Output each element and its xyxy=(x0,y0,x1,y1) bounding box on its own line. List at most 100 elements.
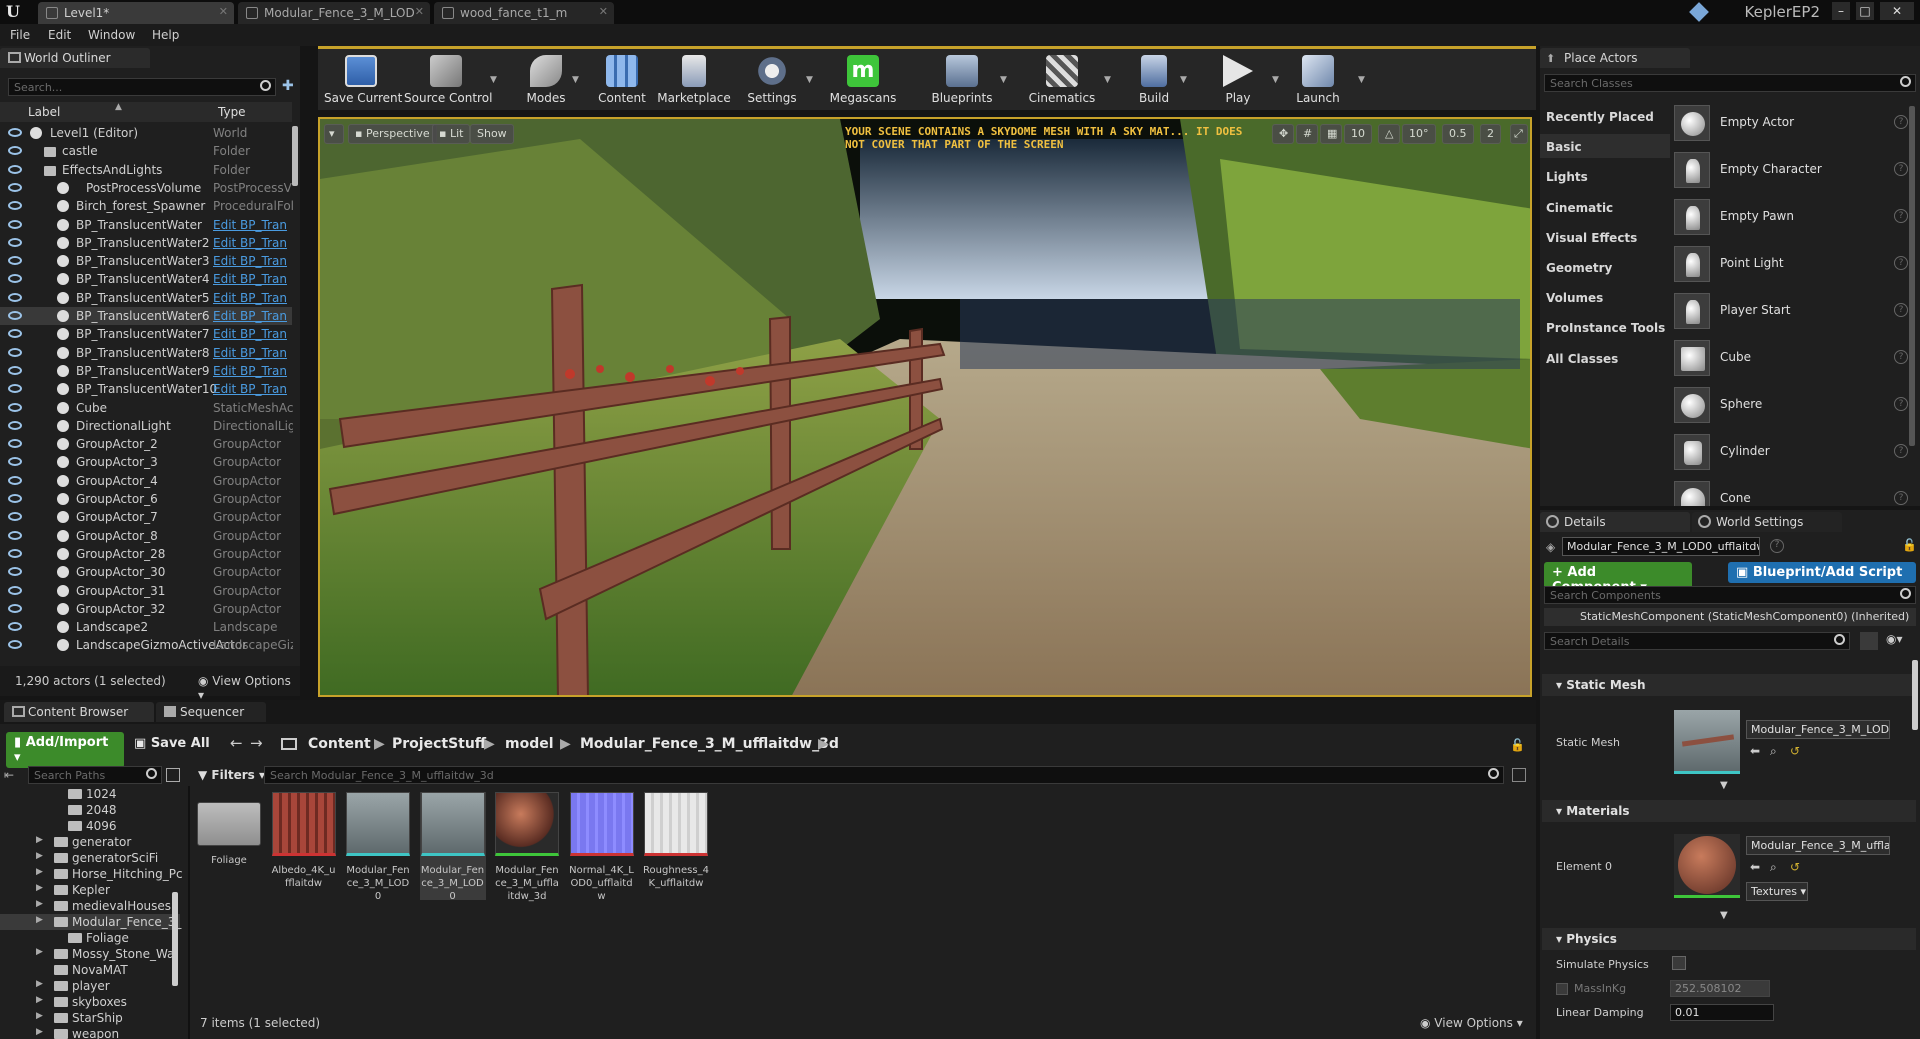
tab-place-actors[interactable]: ⬆ Place Actors xyxy=(1540,48,1690,68)
search-details-input[interactable]: Search Details xyxy=(1544,632,1850,650)
visibility-eye-icon[interactable] xyxy=(8,182,22,192)
outliner-row[interactable]: Cube StaticMeshAc xyxy=(0,399,293,417)
marketplace-button[interactable]: Marketplace xyxy=(654,55,734,113)
search-paths-input[interactable]: Search Paths xyxy=(28,766,162,784)
chevron-down-icon[interactable]: ▼ xyxy=(1358,75,1365,85)
breadcrumb-model[interactable]: model xyxy=(505,736,554,752)
search-assets-input[interactable]: Search Modular_Fence_3_M_ufflaitdw_3d xyxy=(264,766,1504,784)
close-window-icon[interactable]: ✕ xyxy=(1880,2,1914,20)
category-recently-placed[interactable]: Recently Placed xyxy=(1546,104,1654,128)
static-mesh-dropdown[interactable]: Modular_Fence_3_M_LOD0 ▾ xyxy=(1746,720,1890,739)
outliner-row[interactable]: GroupActor_6 GroupActor xyxy=(0,490,292,508)
visibility-eye-icon[interactable] xyxy=(8,146,22,156)
outliner-row[interactable]: GroupActor_8 GroupActor xyxy=(0,527,292,545)
breadcrumb-separator-icon[interactable]: ▶ xyxy=(560,736,571,752)
level-viewport[interactable]: ▾ ▪ Perspective ▪ Lit Show YOUR SCENE CO… xyxy=(318,117,1532,697)
rotate-snap-value[interactable]: 10° xyxy=(1402,124,1436,144)
help-icon[interactable]: ? xyxy=(1894,491,1908,505)
outliner-row[interactable]: BP_TranslucentWater Edit BP_Tran xyxy=(0,216,292,234)
textures-dropdown[interactable]: Textures ▾ xyxy=(1746,882,1808,901)
visibility-eye-icon[interactable] xyxy=(8,548,22,558)
visibility-eye-icon[interactable] xyxy=(8,475,22,485)
menu-window[interactable]: Window xyxy=(88,28,135,42)
chevron-down-icon[interactable]: ▼ xyxy=(490,75,497,85)
category-cinematic[interactable]: Cinematic xyxy=(1546,195,1613,219)
visibility-eye-icon[interactable] xyxy=(8,603,22,613)
visibility-eye-icon[interactable] xyxy=(8,640,22,650)
visibility-eye-icon[interactable] xyxy=(8,512,22,522)
blueprint-add-script-button[interactable]: ▣ Blueprint/Add Script xyxy=(1728,562,1916,583)
asset-tile[interactable]: Modular_Fence_3_M_LOD0 xyxy=(345,792,411,902)
folder-tree-item[interactable]: ▶ Kepler xyxy=(0,882,180,898)
help-icon[interactable]: ? xyxy=(1894,303,1908,317)
collapse-sources-icon[interactable]: ⇤ xyxy=(4,768,14,782)
outliner-row[interactable]: castle Folder xyxy=(0,142,292,160)
show-button[interactable]: Show xyxy=(470,124,514,144)
folder-tree-item[interactable]: NovaMAT xyxy=(0,962,180,978)
help-icon[interactable]: ? xyxy=(1894,209,1908,223)
reset-to-default-icon[interactable]: ↺ xyxy=(1790,860,1800,874)
outliner-row[interactable]: BP_TranslucentWater5 Edit BP_Tran xyxy=(0,289,292,307)
visibility-eye-icon[interactable] xyxy=(8,347,22,357)
modes-button[interactable]: Modes xyxy=(518,55,574,113)
actor-type[interactable]: Edit BP_Tran xyxy=(213,254,293,268)
chevron-down-icon[interactable]: ▼ xyxy=(1272,75,1279,85)
actor-type[interactable]: Edit BP_Tran xyxy=(213,346,293,360)
section-materials[interactable]: ▾ Materials xyxy=(1542,800,1916,822)
tab-content-browser[interactable]: Content Browser xyxy=(4,702,154,722)
chevron-down-icon[interactable]: ▼ xyxy=(1180,75,1187,85)
category-basic[interactable]: Basic xyxy=(1540,134,1670,159)
outliner-view-options[interactable]: ◉ View Options ▾ xyxy=(198,674,300,702)
mass-field[interactable]: 252.508102 xyxy=(1670,980,1770,997)
outliner-row[interactable]: BP_TranslucentWater7 Edit BP_Tran xyxy=(0,325,292,343)
reset-to-default-icon[interactable]: ↺ xyxy=(1790,744,1800,758)
folder-tree-item[interactable]: ▶ Mossy_Stone_Wal xyxy=(0,946,180,962)
visibility-eye-icon[interactable] xyxy=(8,201,22,211)
actor-type[interactable]: Edit BP_Tran xyxy=(213,309,293,323)
build-button[interactable]: Build xyxy=(1130,55,1178,113)
outliner-row[interactable]: BP_TranslucentWater3 Edit BP_Tran xyxy=(0,252,292,270)
asset-tile[interactable]: Normal_4K_LOD0_ufflaitdw xyxy=(569,792,635,902)
forward-arrow-icon[interactable]: → xyxy=(250,734,263,752)
actor-item-empty-pawn[interactable]: Empty Pawn? xyxy=(1674,196,1914,238)
list-options-icon[interactable] xyxy=(166,768,180,782)
add-filter-icon[interactable]: ✚ xyxy=(282,78,296,94)
tab-world-settings[interactable]: World Settings xyxy=(1692,512,1842,532)
material-dropdown[interactable]: Modular_Fence_3_M_ufflait ▾ xyxy=(1746,836,1890,855)
expand-arrow-icon[interactable]: ▶ xyxy=(36,995,43,1005)
outliner-row[interactable]: GroupActor_3 GroupActor xyxy=(0,453,292,471)
expand-arrow-icon[interactable]: ▶ xyxy=(36,867,43,877)
folder-tree-item[interactable]: ▶ Horse_Hitching_Pc xyxy=(0,866,183,882)
actor-item-cone[interactable]: Cone? xyxy=(1674,478,1914,506)
folder-tree-item[interactable]: ▶ generator xyxy=(0,834,180,850)
asset-view-icon[interactable] xyxy=(1512,768,1526,782)
perspective-button[interactable]: ▪ Perspective xyxy=(348,124,437,144)
section-static-mesh[interactable]: ▾ Static Mesh xyxy=(1542,674,1916,696)
category-volumes[interactable]: Volumes xyxy=(1546,285,1603,309)
actor-item-sphere[interactable]: Sphere? xyxy=(1674,384,1914,426)
asset-tile[interactable]: Modular_Fence_3_M_LOD0 xyxy=(419,792,486,902)
megascans-button[interactable]: m Megascans xyxy=(828,55,898,113)
chevron-down-icon[interactable]: ▼ xyxy=(572,75,579,85)
actor-item-empty-actor[interactable]: Empty Actor? xyxy=(1674,102,1914,144)
visibility-eye-icon[interactable] xyxy=(8,237,22,247)
visibility-eye-icon[interactable] xyxy=(8,219,22,229)
expand-arrow-icon[interactable]: ▶ xyxy=(36,915,43,925)
blueprints-button[interactable]: Blueprints xyxy=(926,55,998,113)
launch-button[interactable]: Launch xyxy=(1288,55,1348,113)
content-button[interactable]: Content xyxy=(594,55,650,113)
tab-sequencer[interactable]: Sequencer xyxy=(156,702,266,722)
visibility-eye-icon[interactable] xyxy=(8,164,22,174)
help-icon[interactable]: ? xyxy=(1894,162,1908,176)
source-control-button[interactable]: Source Control xyxy=(404,55,492,113)
outliner-row[interactable]: BP_TranslucentWater9 Edit BP_Tran xyxy=(0,362,292,380)
menu-help[interactable]: Help xyxy=(152,28,179,42)
actor-type[interactable]: Edit BP_Tran xyxy=(213,236,293,250)
scale-snap-value[interactable]: 0.5 xyxy=(1442,124,1474,144)
outliner-row[interactable]: GroupActor_32 GroupActor xyxy=(0,600,292,618)
actor-type[interactable]: Edit BP_Tran xyxy=(213,327,293,341)
visibility-eye-icon[interactable] xyxy=(8,329,22,339)
outliner-row[interactable]: BP_TranslucentWater2 Edit BP_Tran xyxy=(0,234,292,252)
grid-view-icon[interactable] xyxy=(1860,632,1878,650)
static-mesh-thumbnail[interactable] xyxy=(1674,710,1740,774)
